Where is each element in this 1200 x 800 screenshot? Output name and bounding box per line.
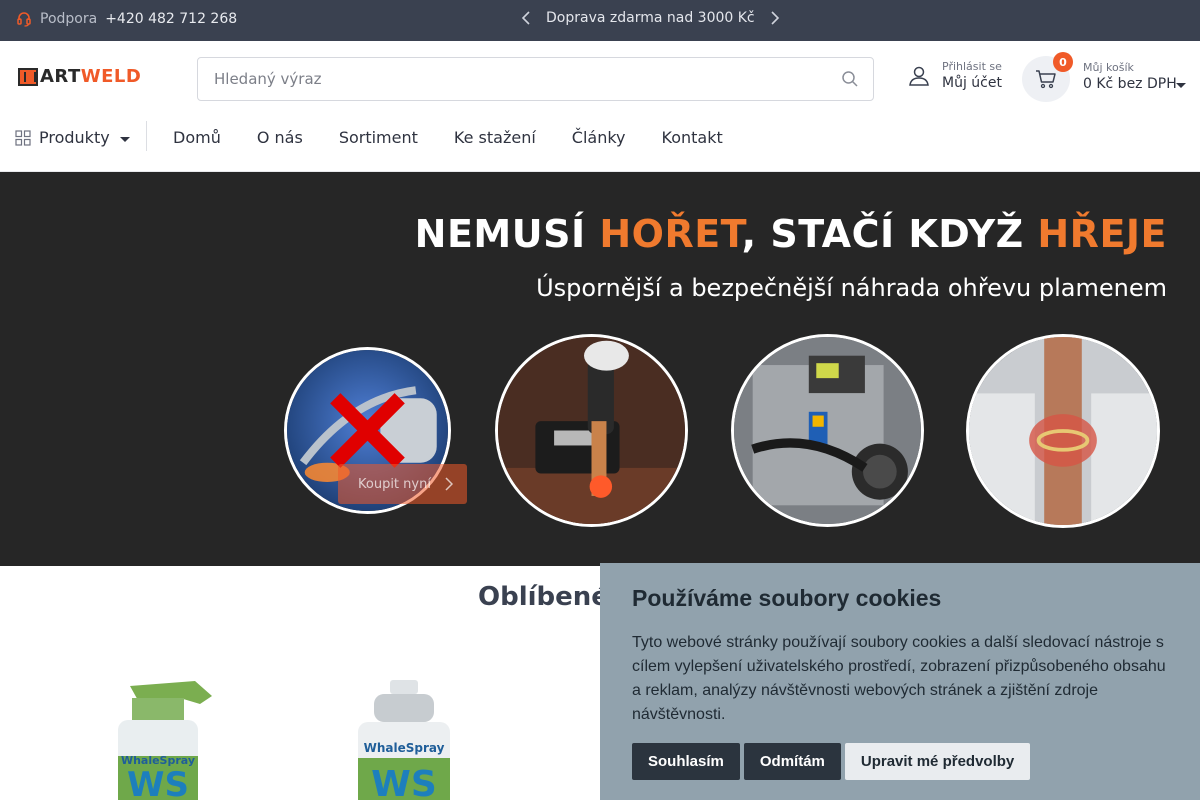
hero-image-gys-machine xyxy=(731,334,924,527)
support-info: Podpora +420 482 712 268 xyxy=(16,11,237,27)
chevron-right-icon[interactable] xyxy=(769,10,781,26)
grid-icon xyxy=(15,129,31,146)
cookie-consent-banner: Používáme soubory cookies Tyto webové st… xyxy=(600,563,1200,800)
nav-link-contact[interactable]: Kontakt xyxy=(662,128,723,147)
nav-link-assortment[interactable]: Sortiment xyxy=(339,128,418,147)
chevron-right-icon xyxy=(445,477,453,491)
chevron-down-icon[interactable] xyxy=(1176,83,1186,88)
hero-title-highlight-1: HOŘET xyxy=(599,212,742,256)
product-2-code: WS xyxy=(371,764,437,800)
cookie-text: Tyto webové stránky používají soubory co… xyxy=(632,634,1166,723)
hero-image-induction-heater xyxy=(495,334,688,527)
logo-mark-icon xyxy=(18,67,38,86)
nav-link-about[interactable]: O nás xyxy=(257,128,303,147)
hero-subtitle: Úspornější a bezpečnější náhrada ohřevu … xyxy=(536,274,1167,302)
cookie-reject-button[interactable]: Odmítám xyxy=(743,743,841,780)
buy-now-button[interactable]: Koupit nyní xyxy=(338,464,467,504)
hero-title-highlight-2: HŘEJE xyxy=(1037,212,1167,256)
nav-divider xyxy=(146,121,147,151)
support-label: Podpora xyxy=(40,11,98,27)
user-icon xyxy=(909,66,929,86)
nav-link-articles[interactable]: Články xyxy=(572,128,626,147)
product-1-code: WS xyxy=(127,765,189,800)
chevron-left-icon[interactable] xyxy=(520,10,532,26)
site-logo[interactable]: ARTWELD xyxy=(18,66,141,87)
hero-title-part-2: , STAČÍ KDYŽ xyxy=(741,212,1038,256)
nav-link-downloads[interactable]: Ke stažení xyxy=(454,128,536,147)
top-info-bar: Podpora +420 482 712 268 Doprava zdarma … xyxy=(0,0,1200,41)
search-box xyxy=(197,57,874,101)
hero-image-heated-pipe xyxy=(966,334,1160,528)
headset-icon xyxy=(17,12,31,27)
favorites-section-title: Oblíbené xyxy=(478,582,609,612)
cart-link[interactable]: 0 Můj košík 0 Kč bez DPH xyxy=(1022,52,1186,102)
chevron-down-icon xyxy=(119,136,130,142)
nav-link-home[interactable]: Domů xyxy=(173,128,221,147)
product-image-whalespray-1[interactable]: WhaleSpray WS xyxy=(100,676,220,800)
search-icon[interactable] xyxy=(841,70,859,88)
hero-title-part-1: NEMUSÍ xyxy=(414,212,600,256)
account-main-label: Můj účet xyxy=(942,75,1002,91)
cart-icon xyxy=(1036,70,1056,89)
logo-text: ARTWELD xyxy=(40,66,141,87)
cookie-title: Používáme soubory cookies xyxy=(632,585,942,611)
cookie-accept-button[interactable]: Souhlasím xyxy=(632,743,740,780)
cookie-customize-button[interactable]: Upravit mé předvolby xyxy=(844,743,1031,780)
cart-count-badge: 0 xyxy=(1053,52,1073,72)
account-link[interactable]: Přihlásit se Můj účet xyxy=(908,60,1002,91)
products-menu-button[interactable]: Produkty xyxy=(15,128,130,147)
buy-now-label: Koupit nyní xyxy=(358,476,431,492)
products-menu-label: Produkty xyxy=(39,128,110,147)
main-navigation: Produkty Domů O nás Sortiment Ke stažení… xyxy=(0,118,1200,158)
account-login-label: Přihlásit se xyxy=(942,60,1002,73)
product-image-whalespray-2[interactable]: WhaleSpray WS xyxy=(350,678,460,800)
logo-text-art: ART xyxy=(40,66,81,87)
hero-title: NEMUSÍ HOŘET, STAČÍ KDYŽ HŘEJE xyxy=(415,212,1167,256)
promo-text: Doprava zdarma nad 3000 Kč xyxy=(546,10,755,26)
cookie-buttons: Souhlasím Odmítám Upravit mé předvolby xyxy=(632,743,1031,780)
cart-label: Můj košík xyxy=(1083,61,1134,74)
product-2-brand: WhaleSpray xyxy=(364,741,445,755)
search-input[interactable] xyxy=(198,58,818,100)
logo-text-weld: WELD xyxy=(80,66,142,87)
support-phone-link[interactable]: +420 482 712 268 xyxy=(105,11,237,27)
promo-carousel: Doprava zdarma nad 3000 Kč xyxy=(520,10,781,26)
hero-banner[interactable]: NEMUSÍ HOŘET, STAČÍ KDYŽ HŘEJE Úspornějš… xyxy=(0,172,1200,566)
